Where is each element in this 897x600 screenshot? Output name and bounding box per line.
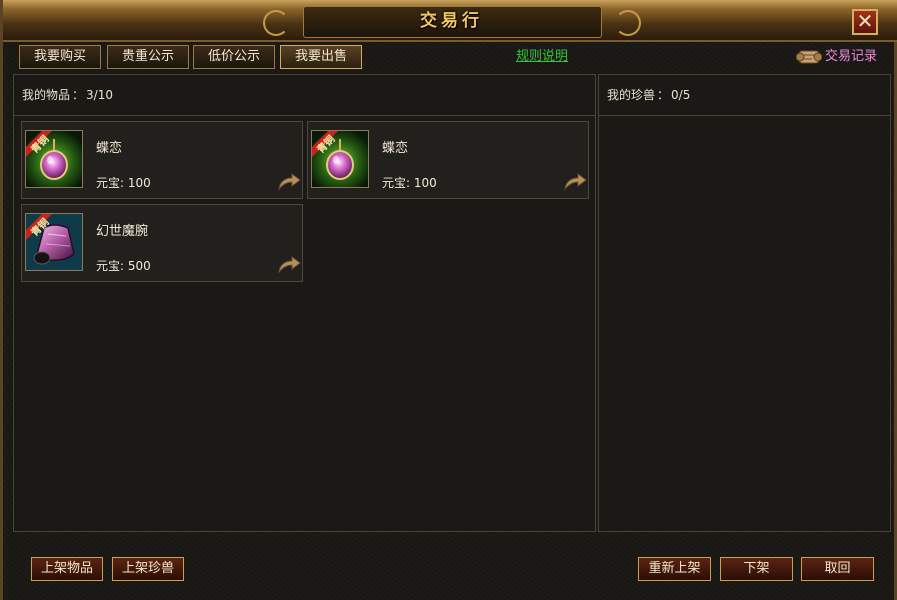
item-price: 元宝: 100 [382,174,437,191]
my-pets-label: 我的珍兽 [607,88,656,102]
share-arrow-icon[interactable] [277,172,301,192]
share-arrow-icon[interactable] [563,172,587,192]
item-card[interactable]: 青铜 幻世魔腕 元宝: 500 [21,204,303,282]
left-ornament-icon [263,10,289,36]
tab-label: 我要出售 [294,49,347,64]
relist-button[interactable]: 重新上架 [638,557,711,581]
title-bar[interactable]: 交易行 [3,0,897,42]
my-pets-panel: 我的珍兽： 0/5 [598,74,891,532]
item-icon-frame: 青铜 [25,213,83,271]
tab-sell[interactable]: 我要出售 [280,45,362,69]
item-name: 幻世魔腕 [96,224,149,239]
item-price: 元宝: 100 [96,174,151,191]
list-pet-button[interactable]: 上架珍兽 [112,557,184,581]
tab-label: 我要购买 [33,49,86,64]
my-pets-header: 我的珍兽： 0/5 [599,75,890,116]
tab-label: 低价公示 [207,49,260,64]
price-label: 元宝: [96,176,125,190]
tab-lowprice-notice[interactable]: 低价公示 [193,45,275,69]
my-pets-count: 0/5 [671,88,691,102]
my-items-panel: 我的物品： 3/10 青铜 蝶恋 元宝: 100 青铜 蝶恋 元宝: 100 青… [13,74,596,532]
separator: ： [657,88,670,102]
item-price: 元宝: 500 [96,257,151,274]
price-label: 元宝: [382,176,411,190]
share-arrow-icon[interactable] [277,255,301,275]
right-ornament-icon [615,10,641,36]
trade-record-button[interactable]: 交易记录 [796,44,892,70]
price-value: 100 [413,176,437,190]
my-items-header: 我的物品： 3/10 [14,75,595,116]
trade-record-label: 交易记录 [825,49,878,64]
retrieve-button[interactable]: 取回 [801,557,874,581]
item-icon-frame: 青铜 [25,130,83,188]
scroll-icon [796,50,822,64]
delist-button[interactable]: 下架 [720,557,793,581]
window-title: 交易行 [420,11,483,31]
price-value: 100 [127,176,151,190]
rules-link[interactable]: 规则说明 [508,47,576,67]
item-card[interactable]: 青铜 蝶恋 元宝: 100 [307,121,589,199]
item-icon-frame: 青铜 [311,130,369,188]
item-name: 蝶恋 [382,141,409,156]
item-card[interactable]: 青铜 蝶恋 元宝: 100 [21,121,303,199]
tab-label: 贵重公示 [121,49,174,64]
my-items-count: 3/10 [86,88,113,102]
tab-valuable-notice[interactable]: 贵重公示 [107,45,189,69]
separator: ： [72,88,85,102]
close-button[interactable]: ✕ [852,9,878,35]
trade-window: 交易行 ✕ 我要购买 贵重公示 低价公示 我要出售 规则说明 交易记录 我的物品… [0,0,897,600]
tab-buy[interactable]: 我要购买 [19,45,101,69]
close-icon: ✕ [856,9,874,33]
price-label: 元宝: [96,259,125,273]
my-items-label: 我的物品 [22,88,71,102]
list-item-button[interactable]: 上架物品 [31,557,103,581]
price-value: 500 [127,259,151,273]
item-name: 蝶恋 [96,141,123,156]
